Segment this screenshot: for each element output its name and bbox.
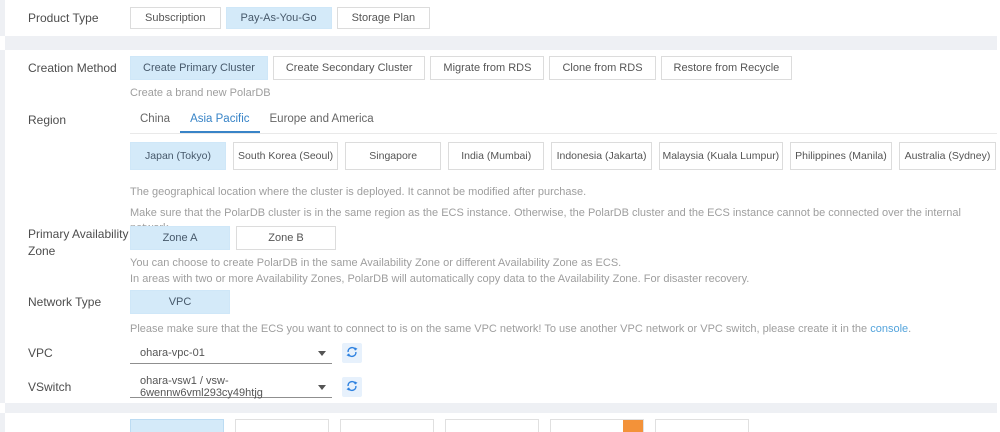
zone-option-a[interactable]: Zone A <box>130 226 230 250</box>
creation-option-create-secondary-cluster[interactable]: Create Secondary Cluster <box>272 56 426 80</box>
region-tab-china[interactable]: China <box>130 108 180 133</box>
vswitch-select[interactable]: ohara-vsw1 / vsw-6wennw6vml293cy49htjg <box>130 374 332 399</box>
vpc-label: VPC <box>28 346 53 360</box>
vpc-select[interactable]: ohara-vpc-01 <box>130 342 332 364</box>
bottom-option-2[interactable] <box>235 419 329 432</box>
vswitch-selected-value: ohara-vsw1 / vsw-6wennw6vml293cy49htjg <box>140 374 263 399</box>
availability-zone-helper-2: In areas with two or more Availability Z… <box>130 272 750 285</box>
creation-option-migrate-from-rds[interactable]: Migrate from RDS <box>430 56 545 80</box>
chevron-down-icon <box>318 351 326 356</box>
network-type-options: VPC <box>130 290 997 314</box>
network-option-vpc[interactable]: VPC <box>130 290 230 314</box>
network-type-label: Network Type <box>28 295 102 309</box>
creation-method-helper: Create a brand new PolarDB <box>130 87 271 99</box>
network-helper-text: Please make sure that the ECS you want t… <box>130 323 871 335</box>
section-divider <box>5 403 997 413</box>
refresh-icon <box>346 380 358 395</box>
region-option-indonesia-jakarta[interactable]: Indonesia (Jakarta) <box>551 142 652 170</box>
vswitch-refresh-button[interactable] <box>342 377 362 397</box>
section-divider <box>5 36 997 50</box>
creation-method-options: Create Primary Cluster Create Secondary … <box>130 56 997 80</box>
refresh-icon <box>346 346 358 361</box>
cluster-config-card: Creation Method Create Primary Cluster C… <box>5 50 997 403</box>
creation-option-clone-from-rds[interactable]: Clone from RDS <box>549 56 656 80</box>
region-option-malaysia-kuala-lumpur[interactable]: Malaysia (Kuala Lumpur) <box>658 142 783 170</box>
region-option-japan-tokyo[interactable]: Japan (Tokyo) <box>130 142 226 170</box>
console-link[interactable]: console <box>870 323 908 335</box>
vswitch-label: VSwitch <box>28 380 72 394</box>
region-option-india-mumbai[interactable]: India (Mumbai) <box>448 142 545 170</box>
creation-option-restore-from-recycle[interactable]: Restore from Recycle <box>660 56 793 80</box>
region-option-philippines-manila[interactable]: Philippines (Manila) <box>789 142 892 170</box>
region-tabs: China Asia Pacific Europe and America <box>130 108 997 134</box>
vpc-selected-value: ohara-vpc-01 <box>140 346 205 359</box>
region-tab-europe-and-america[interactable]: Europe and America <box>260 108 384 133</box>
region-option-singapore[interactable]: Singapore <box>345 142 442 170</box>
creation-option-create-primary-cluster[interactable]: Create Primary Cluster <box>130 56 268 80</box>
region-tab-asia-pacific[interactable]: Asia Pacific <box>180 108 260 133</box>
region-option-south-korea-seoul[interactable]: South Korea (Seoul) <box>233 142 339 170</box>
product-type-options: Subscription Pay-As-You-Go Storage Plan <box>130 7 997 29</box>
product-type-option-storage-plan[interactable]: Storage Plan <box>336 7 431 29</box>
bottom-option-5[interactable] <box>550 419 644 432</box>
product-type-card: Product Type Subscription Pay-As-You-Go … <box>5 0 997 36</box>
region-label: Region <box>28 113 67 127</box>
next-section-card <box>5 413 997 432</box>
chevron-down-icon <box>318 385 326 390</box>
bottom-option-6[interactable] <box>655 419 749 432</box>
hot-badge <box>623 420 643 432</box>
network-helper-period: . <box>908 323 912 335</box>
product-type-option-pay-as-you-go[interactable]: Pay-As-You-Go <box>225 7 332 29</box>
creation-method-label: Creation Method <box>28 61 117 75</box>
availability-zone-helper-1: You can choose to create PolarDB in the … <box>130 257 622 269</box>
bottom-option-4[interactable] <box>445 419 539 432</box>
zone-option-b[interactable]: Zone B <box>236 226 336 250</box>
bottom-option-1[interactable] <box>130 419 224 432</box>
primary-availability-zone-label: Primary Availability Zone <box>28 227 129 258</box>
network-type-helper: Please make sure that the ECS you want t… <box>130 322 997 337</box>
region-helper-1: The geographical location where the clus… <box>130 186 587 198</box>
availability-zone-options: Zone A Zone B <box>130 226 997 250</box>
region-option-australia-sydney[interactable]: Australia (Sydney) <box>898 142 996 170</box>
product-type-label: Product Type <box>28 11 99 25</box>
vpc-refresh-button[interactable] <box>342 343 362 363</box>
region-options: Japan (Tokyo) South Korea (Seoul) Singap… <box>130 142 997 170</box>
product-type-option-subscription[interactable]: Subscription <box>130 7 221 29</box>
bottom-option-3[interactable] <box>340 419 434 432</box>
